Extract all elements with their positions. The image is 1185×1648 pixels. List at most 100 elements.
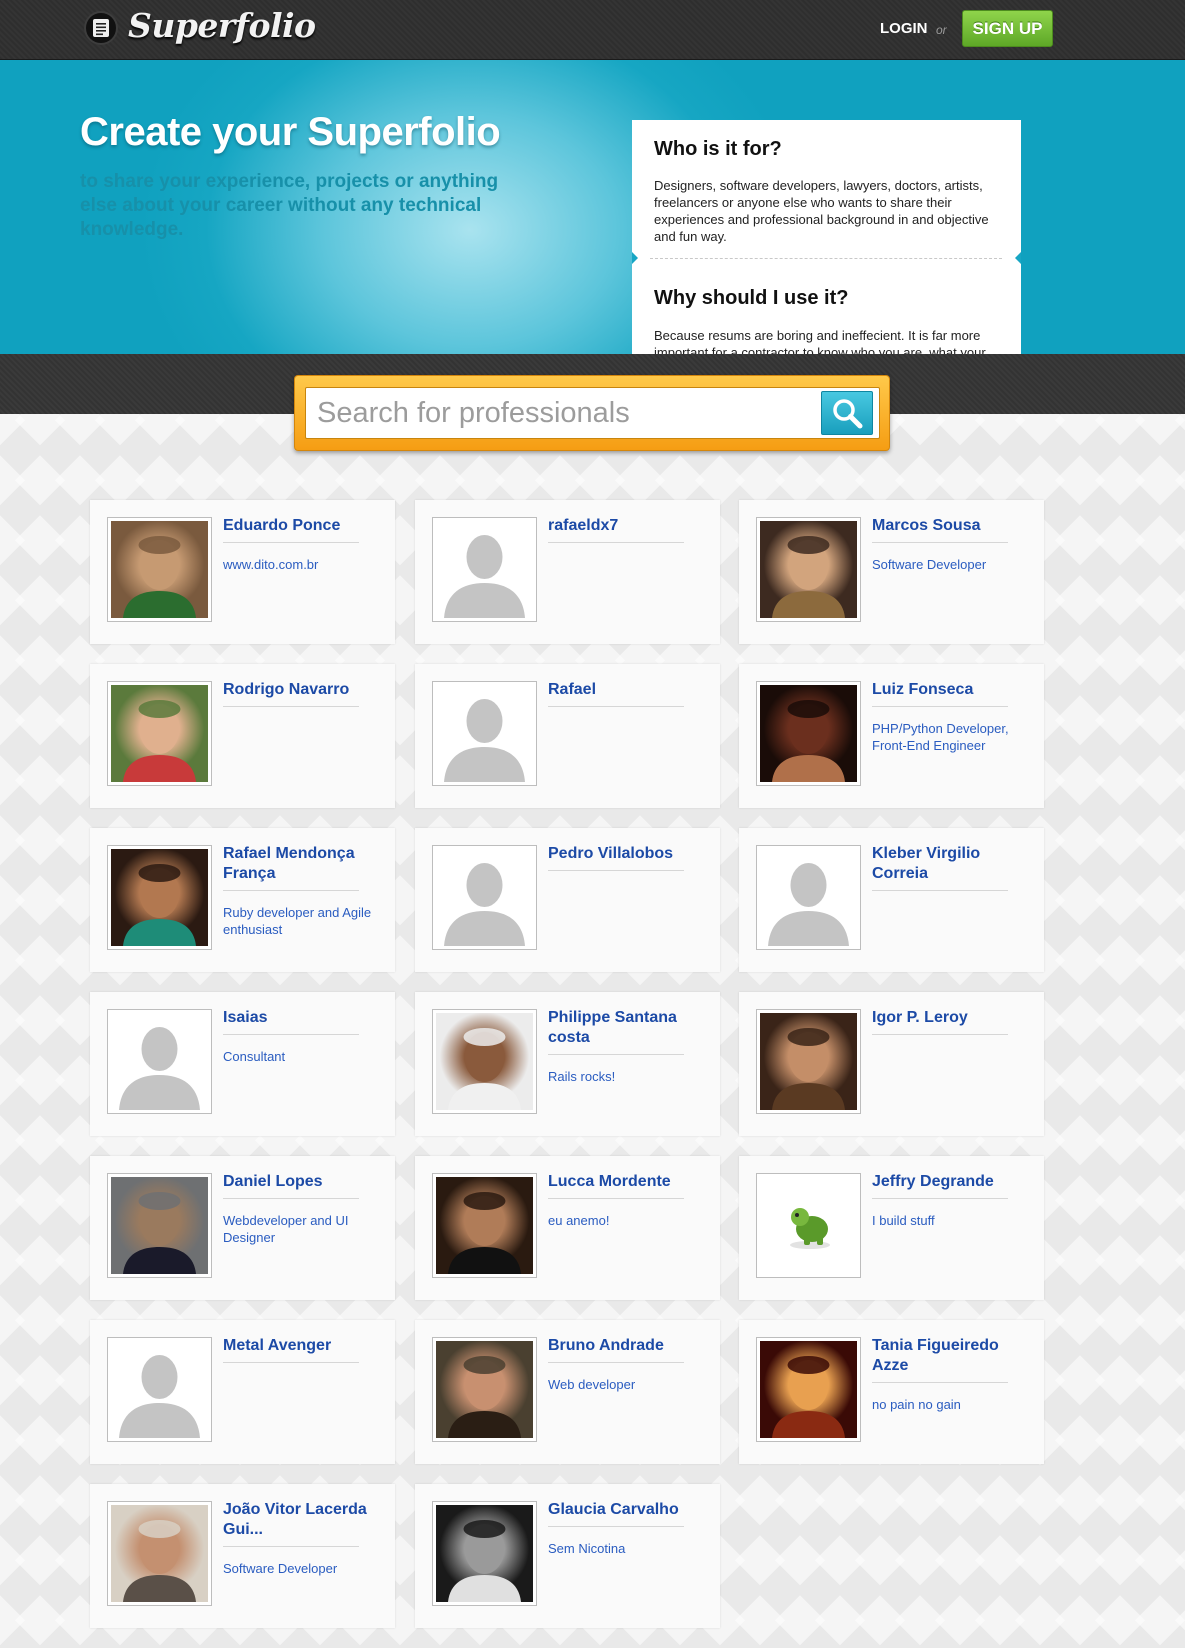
profile-avatar[interactable]: [107, 1173, 212, 1278]
profile-headline: I build stuff: [872, 1213, 935, 1228]
default-avatar-icon: [436, 849, 533, 946]
profile-headline: Consultant: [223, 1049, 286, 1064]
profile-photo: [111, 1177, 208, 1274]
profile-card[interactable]: Glaucia Carvalho Sem Nicotina: [415, 1484, 720, 1628]
profile-name-link[interactable]: Tania Figueiredo Azze: [872, 1336, 1022, 1376]
card-divider: [548, 1526, 684, 1527]
profile-card[interactable]: Lucca Mordente eu anemo!: [415, 1156, 720, 1300]
sign-up-button[interactable]: SIGN UP: [962, 10, 1053, 47]
default-avatar-icon: [760, 849, 857, 946]
default-avatar-icon: [111, 1341, 208, 1438]
profile-name-link[interactable]: Daniel Lopes: [223, 1172, 373, 1192]
profile-name-link[interactable]: Luiz Fonseca: [872, 680, 1022, 700]
profile-name-link[interactable]: Glaucia Carvalho: [548, 1500, 698, 1520]
profile-name-link[interactable]: Igor P. Leroy: [872, 1008, 1022, 1028]
profile-card[interactable]: Tania Figueiredo Azze no pain no gain: [739, 1320, 1044, 1464]
profile-card[interactable]: Rodrigo Navarro: [90, 664, 395, 808]
profile-card[interactable]: João Vitor Lacerda Gui... Software Develo…: [90, 1484, 395, 1628]
profile-avatar[interactable]: [107, 1501, 212, 1606]
search-input[interactable]: [305, 387, 880, 439]
search-button[interactable]: [821, 391, 873, 435]
login-link[interactable]: LOGIN: [880, 20, 928, 37]
profile-name-link[interactable]: João Vitor Lacerda Gui...: [223, 1500, 373, 1540]
logo-notebook-icon[interactable]: [84, 11, 118, 45]
profile-card[interactable]: Pedro Villalobos: [415, 828, 720, 972]
profile-name-link[interactable]: Metal Avenger: [223, 1336, 373, 1356]
why-heading: Why should I use it?: [654, 287, 849, 309]
default-avatar-icon: [436, 685, 533, 782]
profile-name-link[interactable]: Rafael Mendonça França: [223, 844, 373, 884]
card-divider: [872, 1034, 1008, 1035]
who-text: Designers, software developers, lawyers,…: [654, 178, 989, 244]
profile-name-link[interactable]: Marcos Sousa: [872, 516, 1022, 536]
profile-avatar[interactable]: [756, 1009, 861, 1114]
profile-avatar[interactable]: [107, 681, 212, 786]
profile-name-link[interactable]: Pedro Villalobos: [548, 844, 698, 864]
profile-name-link[interactable]: rafaeldx7: [548, 516, 698, 536]
profile-name-link[interactable]: Rafael: [548, 680, 698, 700]
profile-headline: Ruby developer and Agile enthusiast: [223, 905, 372, 937]
profile-avatar[interactable]: [107, 1337, 212, 1442]
profile-avatar[interactable]: [756, 1337, 861, 1442]
profile-avatar[interactable]: [432, 681, 537, 786]
profile-avatar[interactable]: [107, 845, 212, 950]
profile-photo: [111, 685, 208, 782]
card-divider: [548, 1054, 684, 1055]
profile-card[interactable]: rafaeldx7: [415, 500, 720, 644]
profile-avatar[interactable]: [432, 1501, 537, 1606]
brand-logo[interactable]: Superfolio: [128, 6, 316, 45]
profile-card[interactable]: Marcos Sousa Software Developer: [739, 500, 1044, 644]
profile-photo: [436, 1177, 533, 1274]
profile-avatar[interactable]: [432, 517, 537, 622]
profile-headline: Sem Nicotina: [548, 1541, 626, 1556]
card-divider: [872, 890, 1008, 891]
profile-photo: [111, 1505, 208, 1602]
card-divider: [872, 1198, 1008, 1199]
profile-card[interactable]: Luiz Fonseca PHP/Python Developer, Front-…: [739, 664, 1044, 808]
profile-card[interactable]: Philippe Santana costa Rails rocks!: [415, 992, 720, 1136]
hero-title: Create your Superfolio: [80, 110, 501, 154]
profile-name-link[interactable]: Philippe Santana costa: [548, 1008, 698, 1048]
profile-headline: Web developer: [548, 1377, 636, 1392]
profile-card[interactable]: Daniel Lopes Webdeveloper and UI Designer: [90, 1156, 395, 1300]
profile-card[interactable]: Rafael: [415, 664, 720, 808]
profile-card[interactable]: Rafael Mendonça França Ruby developer and…: [90, 828, 395, 972]
card-divider: [223, 890, 359, 891]
profile-name-link[interactable]: Jeffry Degrande: [872, 1172, 1022, 1192]
profile-name-link[interactable]: Kleber Virgilio Correia: [872, 844, 1022, 884]
profile-avatar[interactable]: [432, 1173, 537, 1278]
profile-avatar[interactable]: [756, 517, 861, 622]
profile-card[interactable]: Metal Avenger: [90, 1320, 395, 1464]
profile-avatar[interactable]: [432, 1337, 537, 1442]
profile-photo: [760, 521, 857, 618]
profile-avatar[interactable]: [756, 845, 861, 950]
card-divider: [548, 706, 684, 707]
profile-photo: [760, 1177, 857, 1274]
profile-name-link[interactable]: Bruno Andrade: [548, 1336, 698, 1356]
profile-name-link[interactable]: Eduardo Ponce: [223, 516, 373, 536]
profile-avatar[interactable]: [107, 1009, 212, 1114]
profile-card[interactable]: Igor P. Leroy: [739, 992, 1044, 1136]
top-bar: Superfolio LOGIN or SIGN UP: [0, 0, 1185, 60]
profile-card[interactable]: Bruno Andrade Web developer: [415, 1320, 720, 1464]
profile-avatar[interactable]: [756, 681, 861, 786]
profile-card[interactable]: Jeffry Degrande I build stuff: [739, 1156, 1044, 1300]
card-divider: [548, 1362, 684, 1363]
profile-avatar[interactable]: [432, 845, 537, 950]
profile-card[interactable]: Eduardo Ponce www.dito.com.br: [90, 500, 395, 644]
profile-avatar[interactable]: [756, 1173, 861, 1278]
profile-card[interactable]: Isaias Consultant: [90, 992, 395, 1136]
profile-photo: [436, 1013, 533, 1110]
info-notch-right: [1015, 252, 1021, 264]
profile-card[interactable]: Kleber Virgilio Correia: [739, 828, 1044, 972]
profile-avatar[interactable]: [107, 517, 212, 622]
card-divider: [223, 706, 359, 707]
profile-name-link[interactable]: Lucca Mordente: [548, 1172, 698, 1192]
profile-photo: [436, 1341, 533, 1438]
hero-banner: Create your Superfolio to share your exp…: [0, 60, 1185, 414]
profile-name-link[interactable]: Rodrigo Navarro: [223, 680, 373, 700]
search-box: [294, 375, 890, 451]
profile-name-link[interactable]: Isaias: [223, 1008, 373, 1028]
profile-headline: eu anemo!: [548, 1213, 610, 1228]
profile-avatar[interactable]: [432, 1009, 537, 1114]
